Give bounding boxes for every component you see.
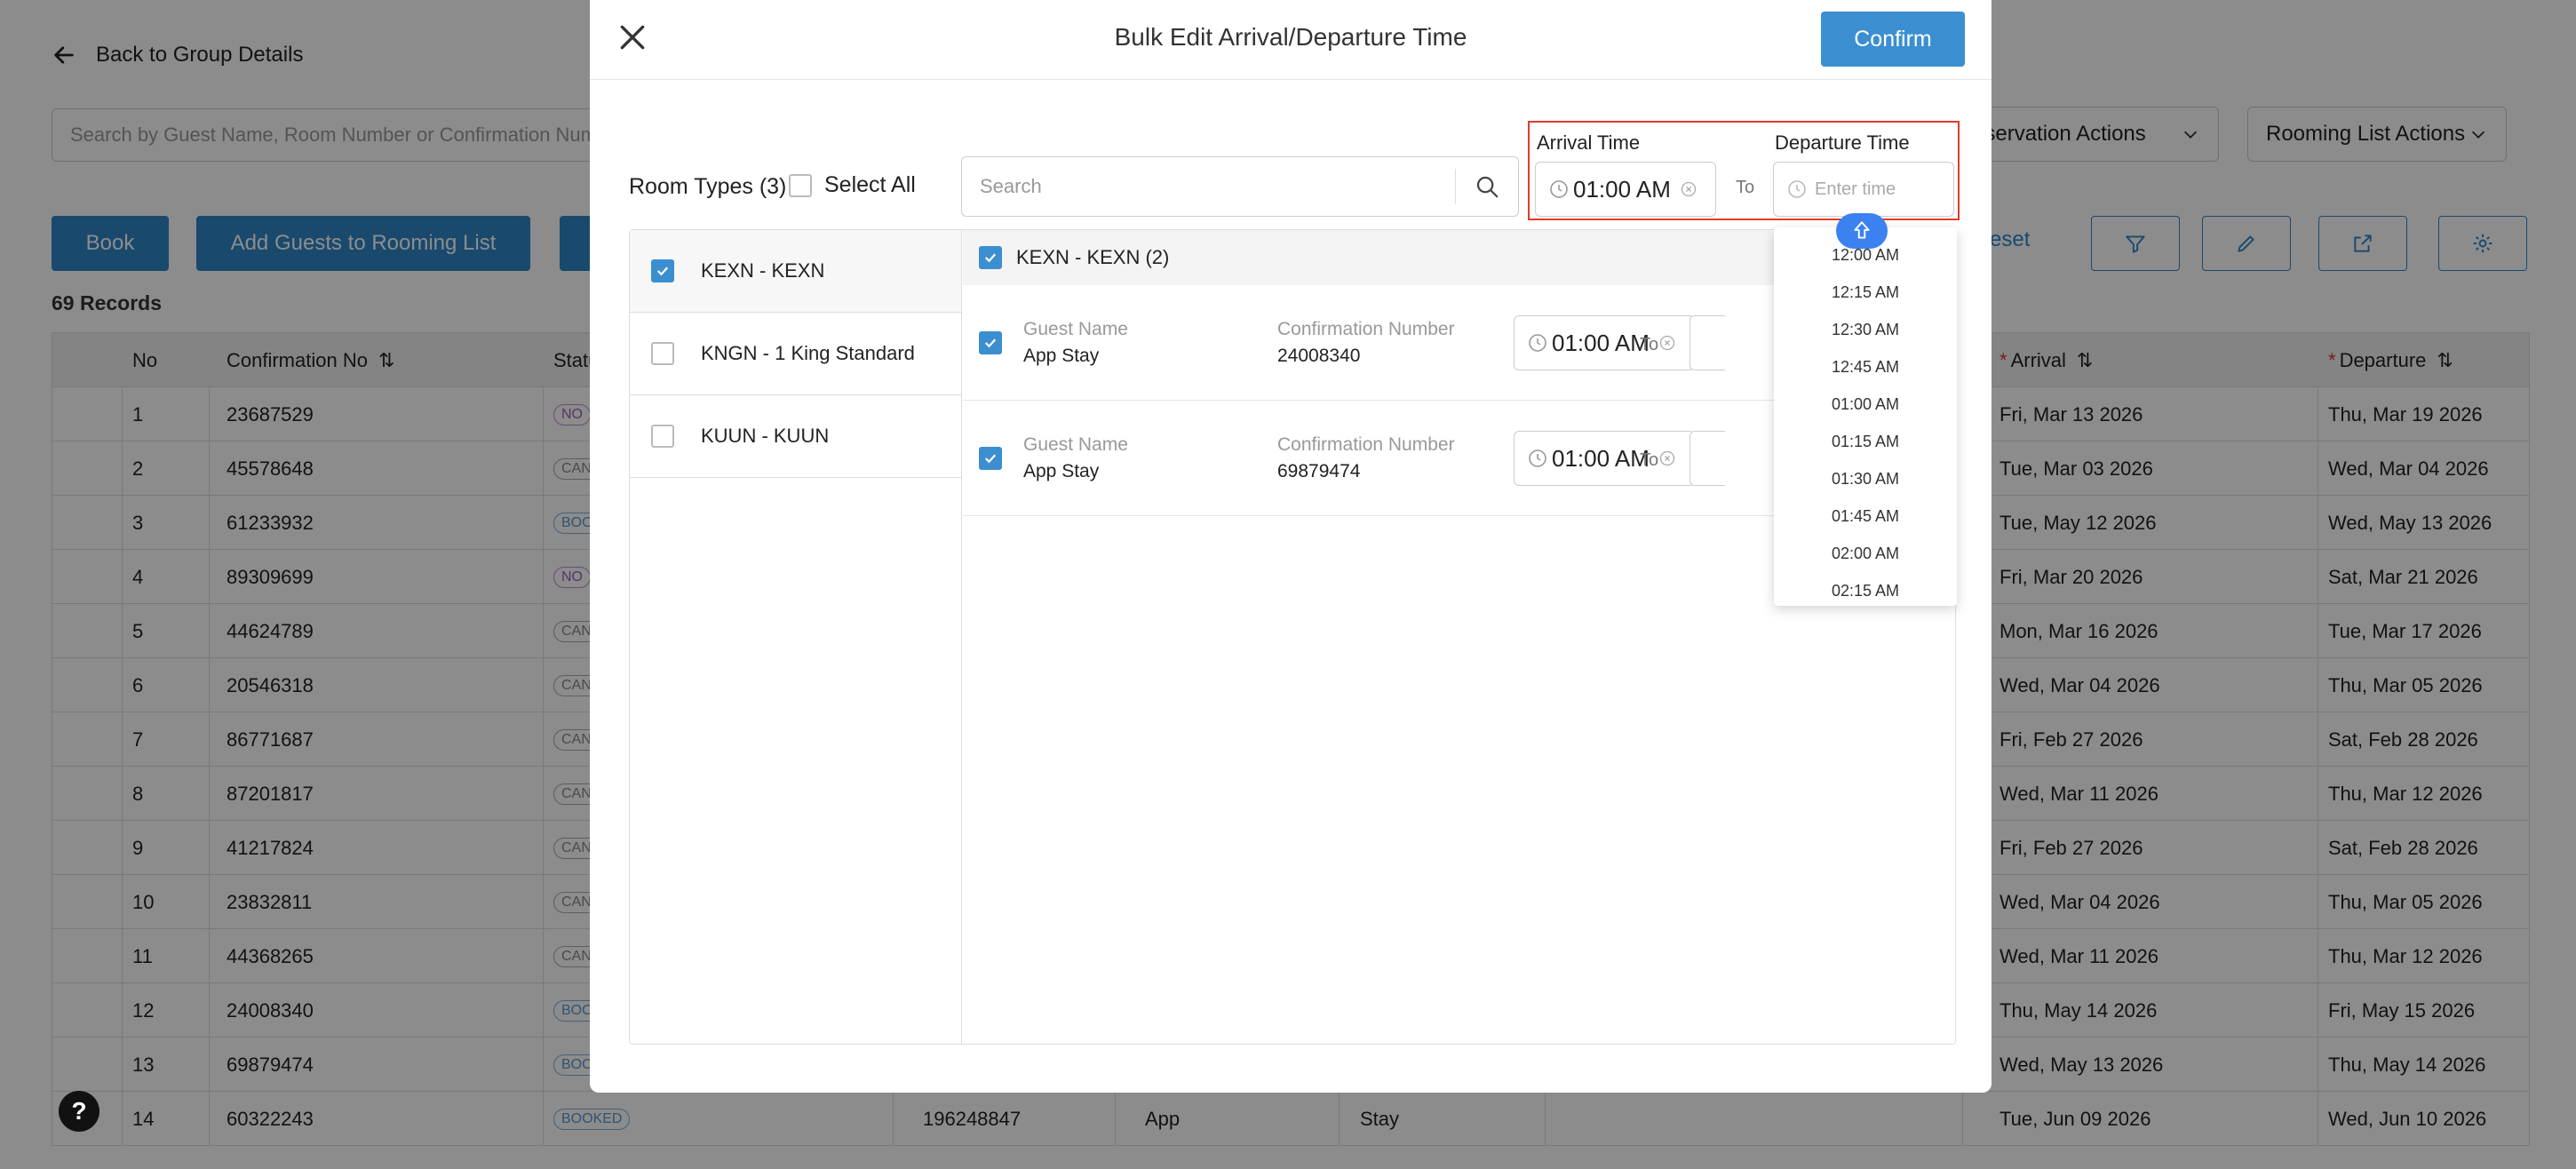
guest-arrival-value: 01:00 AM [1552,329,1650,356]
clock-icon [1788,180,1806,198]
room-type-item[interactable]: KNGN - 1 King Standard [630,313,961,395]
clear-icon[interactable] [1680,180,1697,198]
modal-header: Bulk Edit Arrival/Departure Time Confirm [590,0,1992,80]
guest-name-value: App Stay [1023,461,1100,481]
confirmation-number-label: Confirmation Number [1277,319,1455,339]
select-all-checkbox[interactable]: Select All [789,172,916,198]
departure-placeholder: Enter time [1815,179,1896,199]
guest-name-label: Guest Name [1023,434,1128,455]
time-option[interactable]: 01:15 AM [1774,423,1957,460]
room-type-label: KUUN - KUUN [701,425,830,447]
guest-departure-time-input[interactable] [1690,431,1725,486]
to-label: To [1640,450,1659,470]
search-button[interactable] [1456,173,1518,200]
bulk-edit-modal: Bulk Edit Arrival/Departure Time Confirm… [590,0,1992,1093]
bulk-departure-time-input[interactable]: Enter time [1773,162,1954,217]
confirm-button[interactable]: Confirm [1821,12,1965,67]
arrival-time-value: 01:00 AM [1573,175,1671,203]
guest-name-label: Guest Name [1023,319,1128,339]
room-type-item[interactable]: KEXN - KEXN [630,230,961,313]
time-dropdown: 12:00 AM 12:15 AM 12:30 AM 12:45 AM 01:00 AM… [1774,227,1957,606]
time-option[interactable]: 01:00 AM [1774,386,1957,423]
guest-arrival-time-input[interactable]: 01:00 AM [1514,431,1695,486]
arrival-time-label: Arrival Time [1537,131,1641,154]
room-type-item[interactable]: KUUN - KUUN [630,395,961,478]
departure-time-label: Departure Time [1775,131,1910,154]
time-option[interactable]: 12:15 AM [1774,274,1957,311]
check-icon [984,454,997,464]
guest-departure-time-input[interactable] [1690,315,1725,370]
time-option[interactable]: 01:30 AM [1774,460,1957,497]
check-icon [656,266,669,276]
room-types-heading: Room Types (3) [629,174,787,199]
cursor-arrow-icon [1854,221,1870,239]
time-option[interactable]: 12:45 AM [1774,348,1957,386]
time-option[interactable]: 12:30 AM [1774,311,1957,348]
modal-title: Bulk Edit Arrival/Departure Time [1114,23,1467,51]
select-all-label: Select All [824,172,916,197]
check-icon [984,253,997,263]
room-type-label: KNGN - 1 King Standard [701,342,915,364]
checkbox[interactable] [789,173,812,197]
group-header-label: KEXN - KEXN (2) [1016,246,1170,268]
mouse-cursor [1836,213,1888,249]
guest-arrival-value: 01:00 AM [1552,444,1650,472]
guest-checkbox[interactable] [979,447,1002,470]
confirmation-number-label: Confirmation Number [1277,434,1455,455]
room-type-checkbox[interactable] [651,342,674,365]
clear-icon[interactable] [1658,334,1676,352]
room-type-checkbox[interactable] [651,259,674,282]
group-checkbox[interactable] [979,246,1002,269]
room-guest-panel: KEXN - KEXN KNGN - 1 King Standard KUUN - … [629,229,1956,1045]
search-icon [1476,176,1499,198]
clock-icon [1529,449,1546,467]
room-type-checkbox[interactable] [651,425,674,448]
time-option[interactable]: 01:45 AM [1774,497,1957,535]
time-option[interactable]: 02:00 AM [1774,535,1957,572]
time-option[interactable]: 02:15 AM [1774,572,1957,606]
room-types-list: KEXN - KEXN KNGN - 1 King Standard KUUN - … [630,230,962,1044]
confirmation-number-value: 69879474 [1277,461,1361,481]
guest-arrival-time-input[interactable]: 01:00 AM [1514,315,1695,370]
clock-icon [1550,180,1568,198]
guest-checkbox[interactable] [979,331,1002,354]
confirmation-number-value: 24008340 [1277,346,1361,366]
help-button[interactable]: ? [59,1091,99,1132]
search-placeholder: Search [980,175,1042,197]
to-label: To [1736,178,1755,197]
clock-icon [1529,334,1546,352]
modal-search-input[interactable]: Search [961,156,1519,217]
clear-icon[interactable] [1658,449,1676,467]
bulk-arrival-time-input[interactable]: 01:00 AM [1535,162,1716,217]
to-label: To [1640,335,1659,354]
room-type-label: KEXN - KEXN [701,259,825,282]
guest-name-value: App Stay [1023,346,1100,366]
check-icon [984,338,997,348]
